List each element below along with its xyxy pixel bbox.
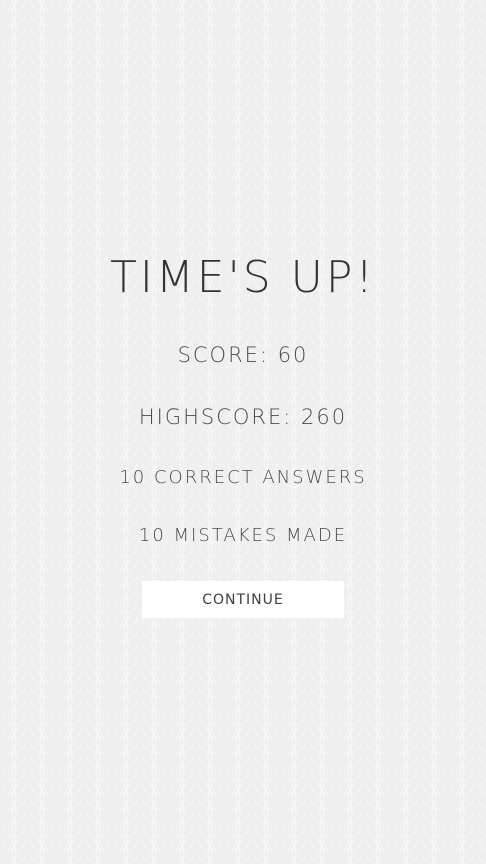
highscore-text: HIGHSCORE: 260	[138, 405, 348, 429]
continue-button[interactable]: CONTINUE	[142, 581, 344, 618]
correct-answers-text: 10 CORRECT ANSWERS	[119, 467, 367, 488]
times-up-title: TIME'S UP!	[109, 252, 376, 303]
game-over-screen: TIME'S UP! SCORE: 60 HIGHSCORE: 260 10 C…	[0, 0, 486, 864]
mistakes-made-text: 10 MISTAKES MADE	[138, 525, 348, 546]
score-text: SCORE: 60	[177, 343, 309, 367]
